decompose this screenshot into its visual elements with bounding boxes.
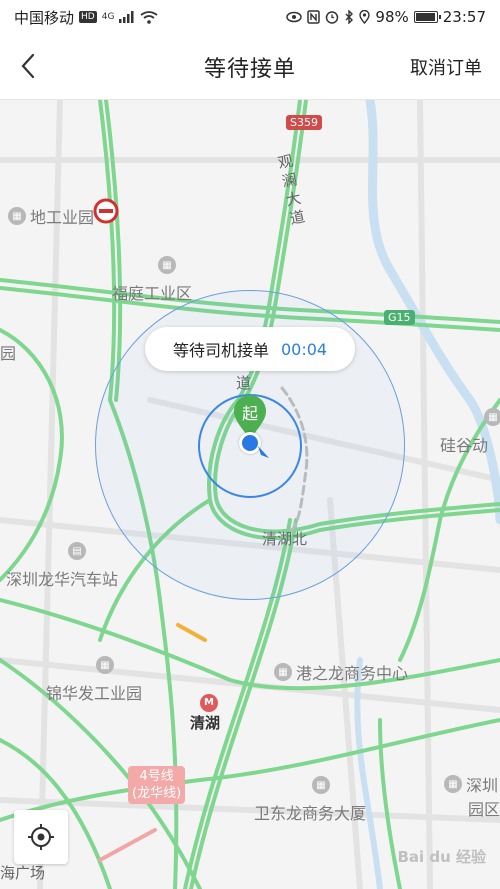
poi-label[interactable]: ▤ 深圳龙华汽车站 xyxy=(6,542,119,590)
signal-icon xyxy=(119,11,134,23)
building-icon: ▦ xyxy=(274,663,292,681)
building-icon: ▦ xyxy=(444,775,462,793)
nfc-icon xyxy=(307,10,321,24)
battery-fill xyxy=(415,13,435,21)
poi-name: 深圳龙华汽车站 xyxy=(6,570,119,589)
wifi-icon xyxy=(140,10,158,24)
no-entry-sign-icon xyxy=(93,198,119,224)
bus-station-icon: ▤ xyxy=(68,542,86,560)
bluetooth-icon xyxy=(345,10,354,24)
poi-label[interactable]: ▦ 港之龙商务中心 xyxy=(274,660,408,684)
metro-icon: M xyxy=(200,694,218,712)
chevron-left-icon xyxy=(21,53,35,79)
watermark: Bai du 经验 xyxy=(397,848,486,866)
poi-name: 港之龙商务中心 xyxy=(296,664,409,683)
nav-bar: 等待接单 取消订单 xyxy=(0,34,500,100)
network-type: 4G xyxy=(101,12,115,22)
metro-line-name: (龙华线) xyxy=(132,786,182,801)
poi-label[interactable]: ▦ 福庭工业区 xyxy=(112,256,193,304)
status-right: 98% 23:57 xyxy=(286,8,486,26)
battery-percent: 98% xyxy=(375,8,409,26)
carrier-name: 中国移动 xyxy=(14,8,75,27)
locate-me-button[interactable] xyxy=(14,810,68,864)
status-left: 中国移动 HD 4G xyxy=(14,7,158,28)
crosshair-icon xyxy=(28,824,54,850)
poi-label[interactable]: ▦ 锦华发工业园 xyxy=(46,656,143,704)
poi-name: 卫东龙商务大厦 xyxy=(254,804,367,823)
building-icon: ▦ xyxy=(8,207,26,225)
waiting-status-bubble: 等待司机接单 00:04 xyxy=(145,327,355,371)
metro-line-badge: 4号线 (龙华线) xyxy=(128,766,186,804)
start-marker-label: 起 xyxy=(241,404,258,423)
status-bar: 中国移动 HD 4G 98% 23:57 xyxy=(0,0,500,34)
cancel-order-button[interactable]: 取消订单 xyxy=(410,54,482,80)
poi-label[interactable]: ▦ 地工业园 xyxy=(8,204,94,228)
highway-badge-g15: G15 xyxy=(384,310,415,325)
battery-icon xyxy=(413,11,441,23)
metro-station-name: 清湖 xyxy=(190,714,221,732)
building-icon: ▦ xyxy=(312,776,330,794)
building-icon: ▦ xyxy=(484,408,500,426)
waiting-text: 等待司机接单 xyxy=(172,341,269,360)
road-label-square: 海广场 xyxy=(0,864,46,882)
poi-name: 园区 xyxy=(468,800,500,819)
poi-label[interactable]: ▦ 深圳 xyxy=(444,772,498,796)
waiting-timer: 00:04 xyxy=(280,339,328,359)
poi-label[interactable]: 园区 xyxy=(468,796,500,820)
clock: 23:57 xyxy=(442,8,486,26)
poi-name: 福庭工业区 xyxy=(112,284,193,303)
page-title: 等待接单 xyxy=(203,56,296,82)
poi-label[interactable]: ▦ 卫东龙商务大厦 xyxy=(254,776,367,824)
poi-label[interactable]: 园 xyxy=(0,340,16,364)
metro-line-number: 4号线 xyxy=(139,769,174,784)
poi-name: 深圳 xyxy=(466,776,499,795)
poi-name: 硅谷动 xyxy=(440,436,489,455)
building-icon: ▦ xyxy=(158,256,176,274)
eye-icon xyxy=(286,11,303,23)
highway-badge-s359: S359 xyxy=(286,115,322,130)
poi-label[interactable]: ▦ 硅谷动 xyxy=(440,408,500,456)
alarm-icon xyxy=(326,11,339,24)
back-button[interactable] xyxy=(10,48,46,84)
metro-station-qinghu[interactable]: M 清湖 xyxy=(190,694,220,733)
location-icon xyxy=(359,10,371,24)
poi-name: 园 xyxy=(0,344,17,363)
building-icon: ▦ xyxy=(96,656,114,674)
heading-arrow-icon xyxy=(258,446,269,458)
poi-name: 地工业园 xyxy=(30,208,95,227)
map-view[interactable]: ▦ 地工业园 ▦ 福庭工业区 园 ▤ 深圳龙华汽车站 ▦ 锦华发工业园 ▦ 港之… xyxy=(0,100,500,889)
poi-name: 锦华发工业园 xyxy=(46,684,143,703)
hd-badge: HD xyxy=(79,11,97,23)
